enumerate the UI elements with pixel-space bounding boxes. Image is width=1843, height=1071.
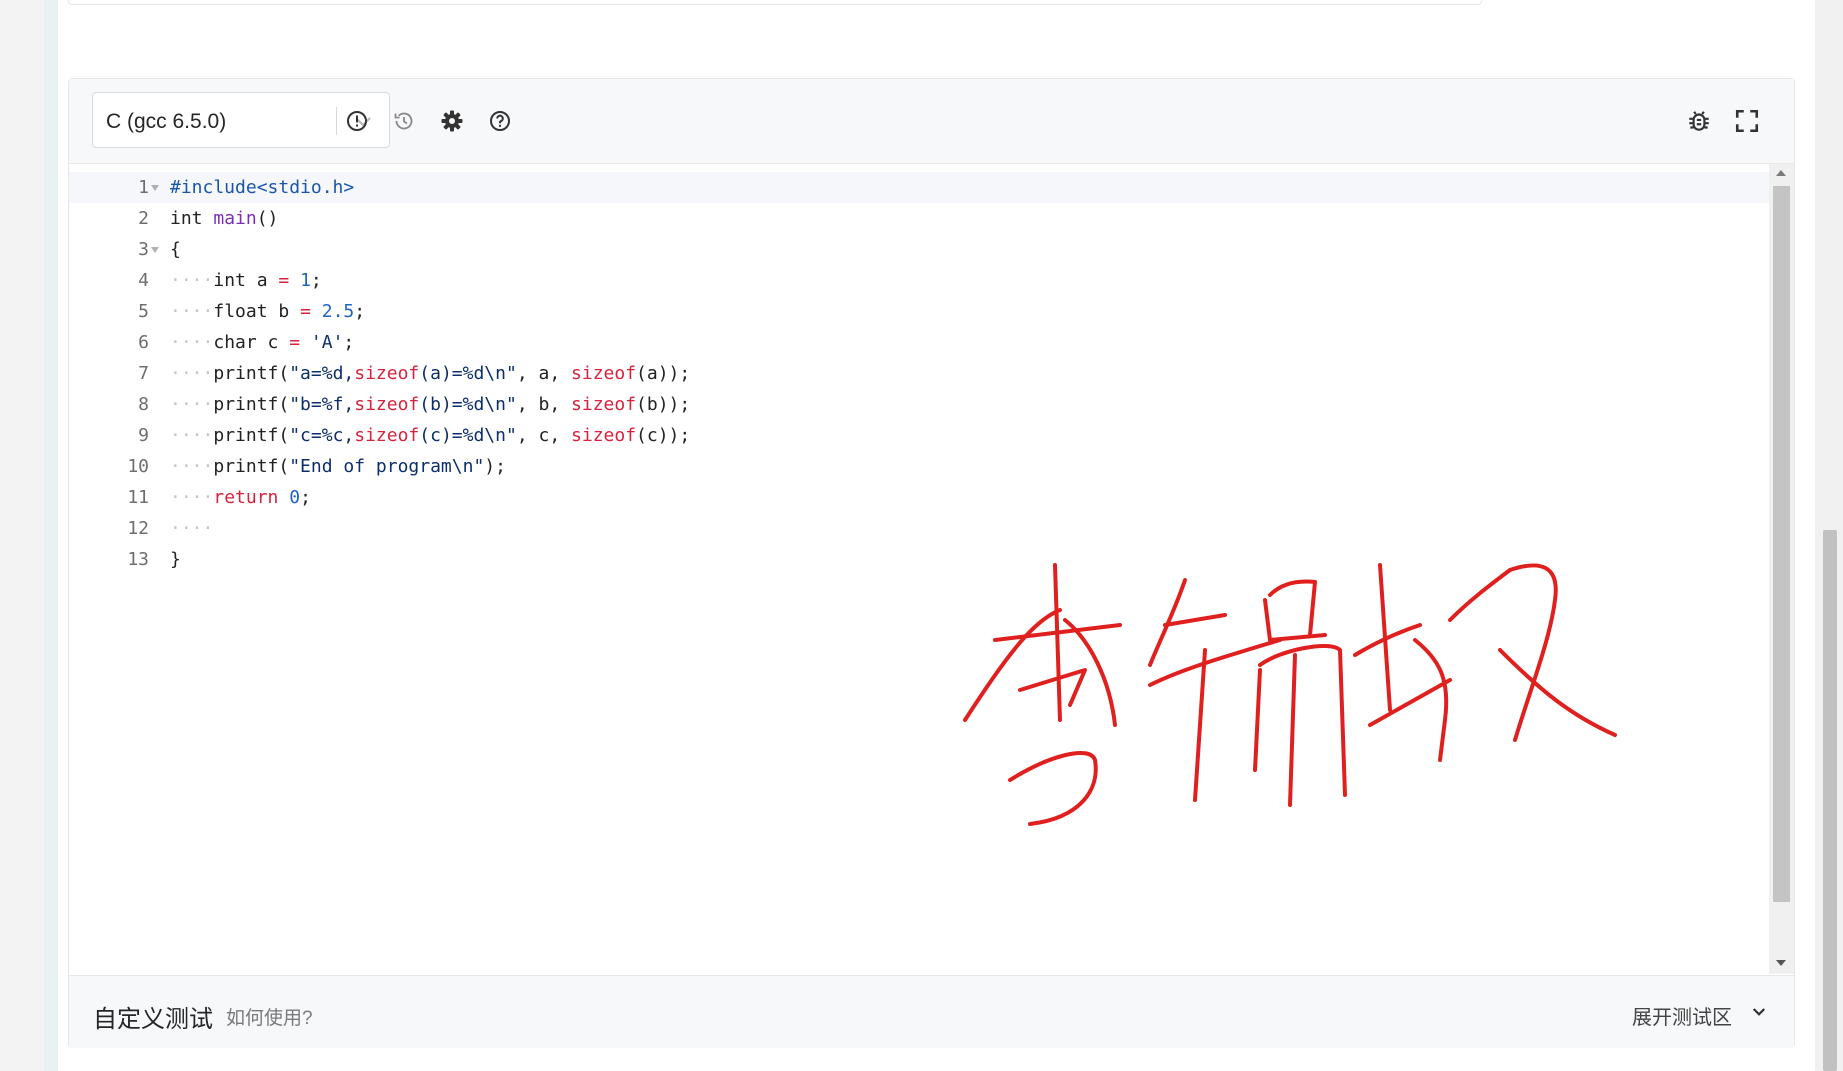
scroll-up-arrow-icon[interactable]: [1776, 170, 1786, 176]
code-editor-panel: C (gcc 6.5.0) 1 2 3 4 5 6 7 8 9 10 11 12…: [68, 78, 1795, 1048]
code-line[interactable]: ····printf("End of program\n");: [170, 451, 690, 482]
fold-arrow-icon[interactable]: [151, 185, 159, 191]
line-number: 10: [127, 456, 149, 477]
code-editor[interactable]: 1 2 3 4 5 6 7 8 9 10 11 12 13 #include<s…: [69, 164, 1769, 974]
line-number: 4: [138, 270, 149, 291]
code-line[interactable]: ····printf("b=%f,sizeof(b)=%d\n", b, siz…: [170, 389, 690, 420]
code-line[interactable]: ····int a = 1;: [170, 265, 690, 296]
code-line[interactable]: ····return 0;: [170, 482, 690, 513]
language-select-value: C (gcc 6.5.0): [106, 110, 227, 133]
code-line[interactable]: ····float b = 2.5;: [170, 296, 690, 327]
chevron-down-icon[interactable]: [1750, 1003, 1768, 1021]
line-number: 12: [127, 518, 149, 539]
previous-card-edge: [68, 0, 1482, 5]
line-number: 7: [138, 363, 149, 384]
left-rail-accent: [44, 0, 58, 1071]
line-number: 2: [138, 208, 149, 229]
custom-test-bar: 自定义测试 如何使用? 展开测试区: [69, 975, 1794, 1048]
code-line[interactable]: ····: [170, 513, 690, 544]
code-line[interactable]: ····char c = 'A';: [170, 327, 690, 358]
line-number: 9: [138, 425, 149, 446]
code-line[interactable]: {: [170, 234, 690, 265]
alert-circle-icon[interactable]: [342, 106, 372, 136]
code-lines[interactable]: #include<stdio.h> int main(){····int a = …: [170, 172, 690, 575]
expand-test-area-button[interactable]: 展开测试区: [1632, 1001, 1732, 1030]
line-number: 8: [138, 394, 149, 415]
editor-toolbar: C (gcc 6.5.0): [69, 79, 1794, 164]
line-number: 11: [127, 487, 149, 508]
code-line[interactable]: int main(): [170, 203, 690, 234]
custom-test-title: 自定义测试: [93, 1006, 213, 1033]
line-number: 6: [138, 332, 149, 353]
editor-scrollbar-thumb[interactable]: [1773, 186, 1790, 902]
gear-icon[interactable]: [437, 106, 467, 136]
code-line[interactable]: #include<stdio.h>: [170, 172, 690, 203]
code-line[interactable]: ····printf("c=%c,sizeof(c)=%d\n", c, siz…: [170, 420, 690, 451]
scroll-down-arrow-icon[interactable]: [1776, 960, 1786, 966]
how-to-use-link[interactable]: 如何使用?: [226, 1003, 313, 1030]
line-number: 5: [138, 301, 149, 322]
fold-arrow-icon[interactable]: [151, 247, 159, 253]
code-line[interactable]: ····printf("a=%d,sizeof(a)=%d\n", a, siz…: [170, 358, 690, 389]
question-circle-icon[interactable]: [485, 106, 515, 136]
code-line[interactable]: }: [170, 544, 690, 575]
page-scrollbar-thumb[interactable]: [1823, 530, 1837, 1071]
line-number-gutter: 1 2 3 4 5 6 7 8 9 10 11 12 13: [69, 172, 169, 575]
bug-icon[interactable]: [1684, 106, 1714, 136]
editor-scrollbar[interactable]: [1769, 164, 1794, 974]
history-icon[interactable]: [389, 106, 419, 136]
line-number: 13: [127, 549, 149, 570]
fullscreen-icon[interactable]: [1732, 106, 1762, 136]
select-separator: [336, 107, 337, 135]
left-rail: [0, 0, 44, 1071]
